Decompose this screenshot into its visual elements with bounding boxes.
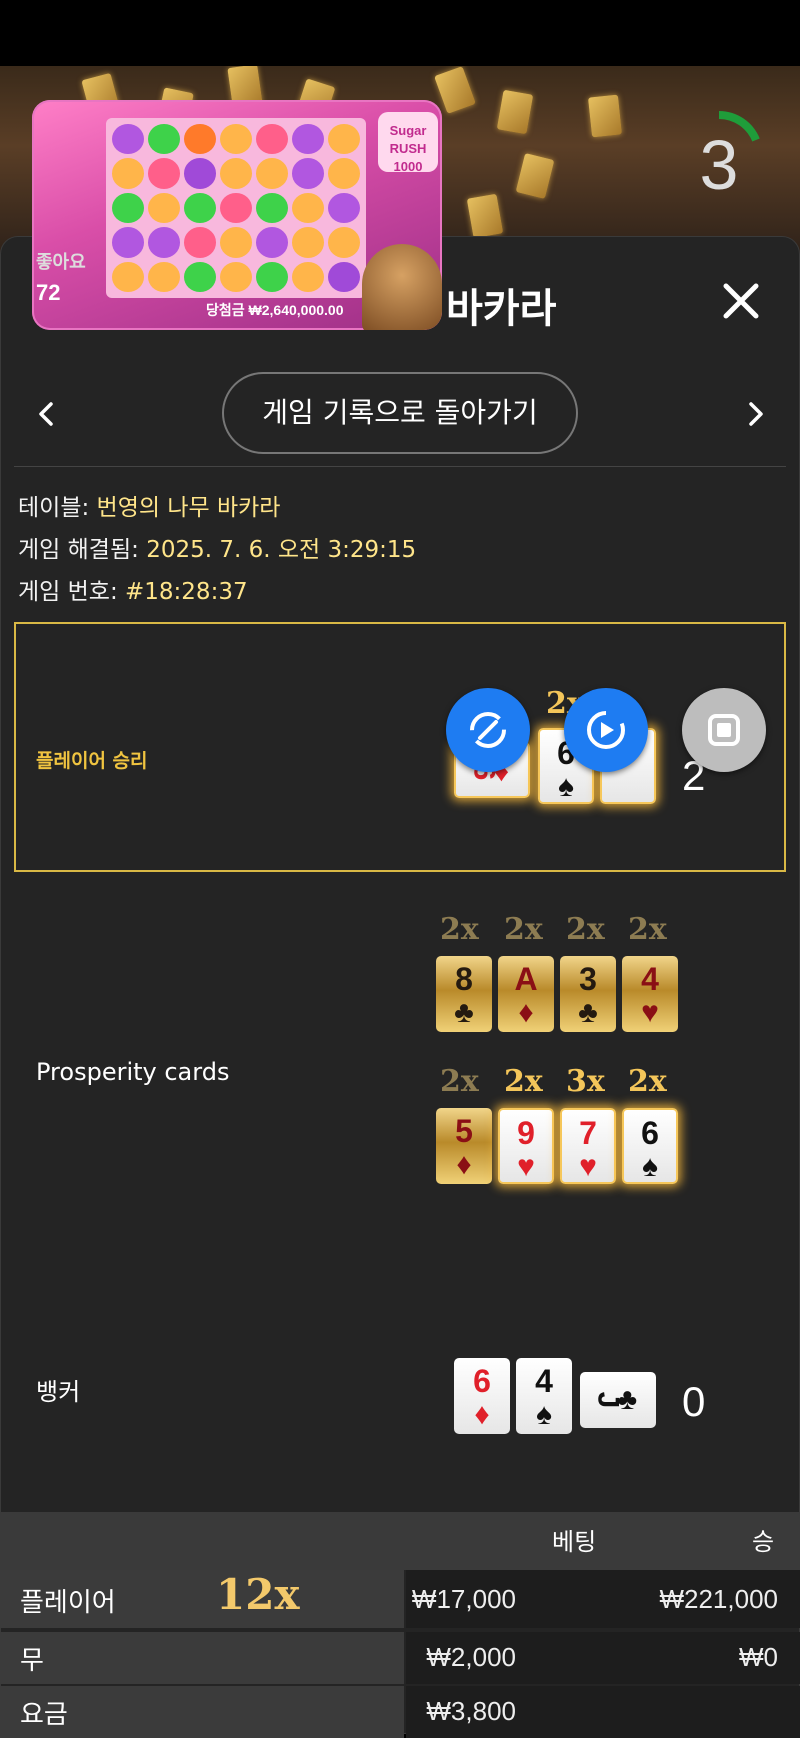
card-rank: J bbox=[591, 1391, 625, 1409]
banker-card-3: J♣ bbox=[580, 1372, 656, 1428]
game-number-value: #18:28:37 bbox=[125, 579, 248, 605]
row-multiplier: 12x bbox=[216, 1570, 300, 1619]
table-row: 무 ₩2,000 ₩0 bbox=[0, 1632, 800, 1684]
slot-reels bbox=[106, 118, 366, 298]
card-rank: 4 bbox=[641, 961, 659, 997]
countdown-timer: 3 bbox=[674, 110, 764, 204]
table-row: 요금 ₩3,800 bbox=[0, 1686, 800, 1738]
prosperity-card: 3 ♣ bbox=[560, 956, 616, 1032]
row-win: ₩0 bbox=[739, 1642, 778, 1672]
banker-label: 뱅커 bbox=[36, 1378, 81, 1406]
prosperity-mult: 2x bbox=[504, 1064, 543, 1099]
banker-score: 0 bbox=[682, 1378, 706, 1425]
card-rank: 5 bbox=[455, 1113, 473, 1149]
like-label: 좋아요 bbox=[36, 252, 86, 273]
column-bet: 베팅 bbox=[552, 1528, 597, 1556]
logo-text-1: Sugar bbox=[389, 123, 427, 138]
prosperity-mult: 3x bbox=[566, 1064, 605, 1099]
column-win: 승 bbox=[752, 1528, 775, 1556]
banker-card-1: 6 ♦ bbox=[454, 1358, 510, 1434]
rotate-icon bbox=[470, 712, 506, 748]
prosperity-mult: 2x bbox=[504, 912, 543, 947]
card-suit: ♠ bbox=[642, 1150, 658, 1183]
card-suit: ♦ bbox=[518, 996, 534, 1029]
row-bet: ₩3,800 bbox=[426, 1696, 516, 1726]
card-suit: ♥ bbox=[579, 1150, 597, 1183]
prosperity-mult: 2x bbox=[566, 912, 605, 947]
card-rank: 9 bbox=[517, 1115, 535, 1151]
table-header: 베팅 승 bbox=[0, 1512, 800, 1570]
resolved-info: 게임 해결됨: 2025. 7. 6. 오전 3:29:15 bbox=[18, 530, 416, 564]
prosperity-mult: 2x bbox=[628, 1064, 667, 1099]
logo-text-3: 1000 bbox=[393, 159, 423, 174]
game-number-info: 게임 번호: #18:28:37 bbox=[18, 572, 248, 606]
replay-button[interactable] bbox=[564, 688, 648, 772]
table-label: 테이블: bbox=[18, 495, 90, 521]
prosperity-card: 7 ♥ bbox=[560, 1108, 616, 1184]
row-name: 무 bbox=[20, 1646, 44, 1676]
prosperity-card: 5 ♦ bbox=[436, 1108, 492, 1184]
table-row: 플레이어 12x ₩17,000 ₩221,000 bbox=[0, 1570, 800, 1628]
card-suit: ♦ bbox=[456, 1148, 472, 1181]
replay-icon bbox=[587, 711, 625, 749]
row-name: 플레이어 bbox=[20, 1588, 116, 1618]
pip-win-amount: 당첨금 ₩2,640,000.00 bbox=[206, 302, 344, 318]
resolved-label: 게임 해결됨: bbox=[18, 537, 139, 563]
player-win-label: 플레이어 승리 bbox=[36, 750, 148, 772]
card-suit: ♥ bbox=[641, 996, 659, 1029]
table-value: 번영의 나무 바카라 bbox=[96, 495, 281, 521]
card-rank: 3 bbox=[579, 961, 597, 997]
stop-icon bbox=[708, 714, 740, 746]
card-rank: 6 bbox=[473, 1363, 491, 1399]
game-logo: Sugar RUSH 1000 bbox=[378, 112, 438, 174]
card-suit: ♠ bbox=[536, 1398, 552, 1431]
pip-video-window[interactable]: Sugar RUSH 1000 당첨금 ₩2,640,000.00 좋아요 72 bbox=[32, 100, 442, 330]
row-win: ₩221,000 bbox=[659, 1584, 778, 1614]
prosperity-mult: 2x bbox=[628, 912, 667, 947]
card-rank: A bbox=[514, 961, 538, 997]
resolved-value: 2025. 7. 6. 오전 3:29:15 bbox=[146, 537, 417, 563]
stop-button[interactable] bbox=[682, 688, 766, 772]
card-suit: ♣ bbox=[578, 996, 598, 1029]
card-suit: ♦ bbox=[474, 1398, 490, 1431]
row-bet: ₩17,000 bbox=[411, 1584, 516, 1614]
divider bbox=[14, 466, 786, 467]
logo-text-2: RUSH bbox=[389, 141, 427, 156]
panel-title: 바카라 bbox=[446, 286, 557, 332]
row-name: 요금 bbox=[20, 1700, 68, 1730]
card-rank: 4 bbox=[535, 1363, 553, 1399]
card-rank: 8 bbox=[455, 961, 473, 997]
card-suit: ♣ bbox=[454, 996, 474, 1029]
countdown-number: 3 bbox=[699, 126, 739, 204]
like-count: 72 bbox=[36, 280, 61, 305]
rotate-button[interactable] bbox=[446, 688, 530, 772]
banker-card-2: 4 ♠ bbox=[516, 1358, 572, 1434]
row-bet: ₩2,000 bbox=[426, 1642, 516, 1672]
chevron-right-icon[interactable] bbox=[736, 394, 776, 434]
card-rank: 6 bbox=[641, 1115, 659, 1151]
card-suit: ♥ bbox=[517, 1150, 535, 1183]
prosperity-card: 8 ♣ bbox=[436, 956, 492, 1032]
card-suit: ♠ bbox=[558, 770, 574, 803]
prosperity-label: Prosperity cards bbox=[36, 1058, 230, 1086]
prosperity-mult: 2x bbox=[440, 1064, 479, 1099]
prosperity-card: 6 ♠ bbox=[622, 1108, 678, 1184]
prosperity-card: 9 ♥ bbox=[498, 1108, 554, 1184]
mascot-image bbox=[362, 244, 442, 330]
prosperity-mult: 2x bbox=[440, 912, 479, 947]
back-to-history-button[interactable]: 게임 기록으로 돌아가기 bbox=[222, 372, 578, 454]
prosperity-card: 4 ♥ bbox=[622, 956, 678, 1032]
chevron-left-icon[interactable] bbox=[26, 394, 66, 434]
table-info: 테이블: 번영의 나무 바카라 bbox=[18, 488, 280, 522]
close-icon[interactable] bbox=[718, 278, 764, 324]
game-history-panel bbox=[0, 236, 800, 1734]
game-number-label: 게임 번호: bbox=[18, 579, 118, 605]
prosperity-card: A ♦ bbox=[498, 956, 554, 1032]
card-rank: 7 bbox=[579, 1115, 597, 1151]
